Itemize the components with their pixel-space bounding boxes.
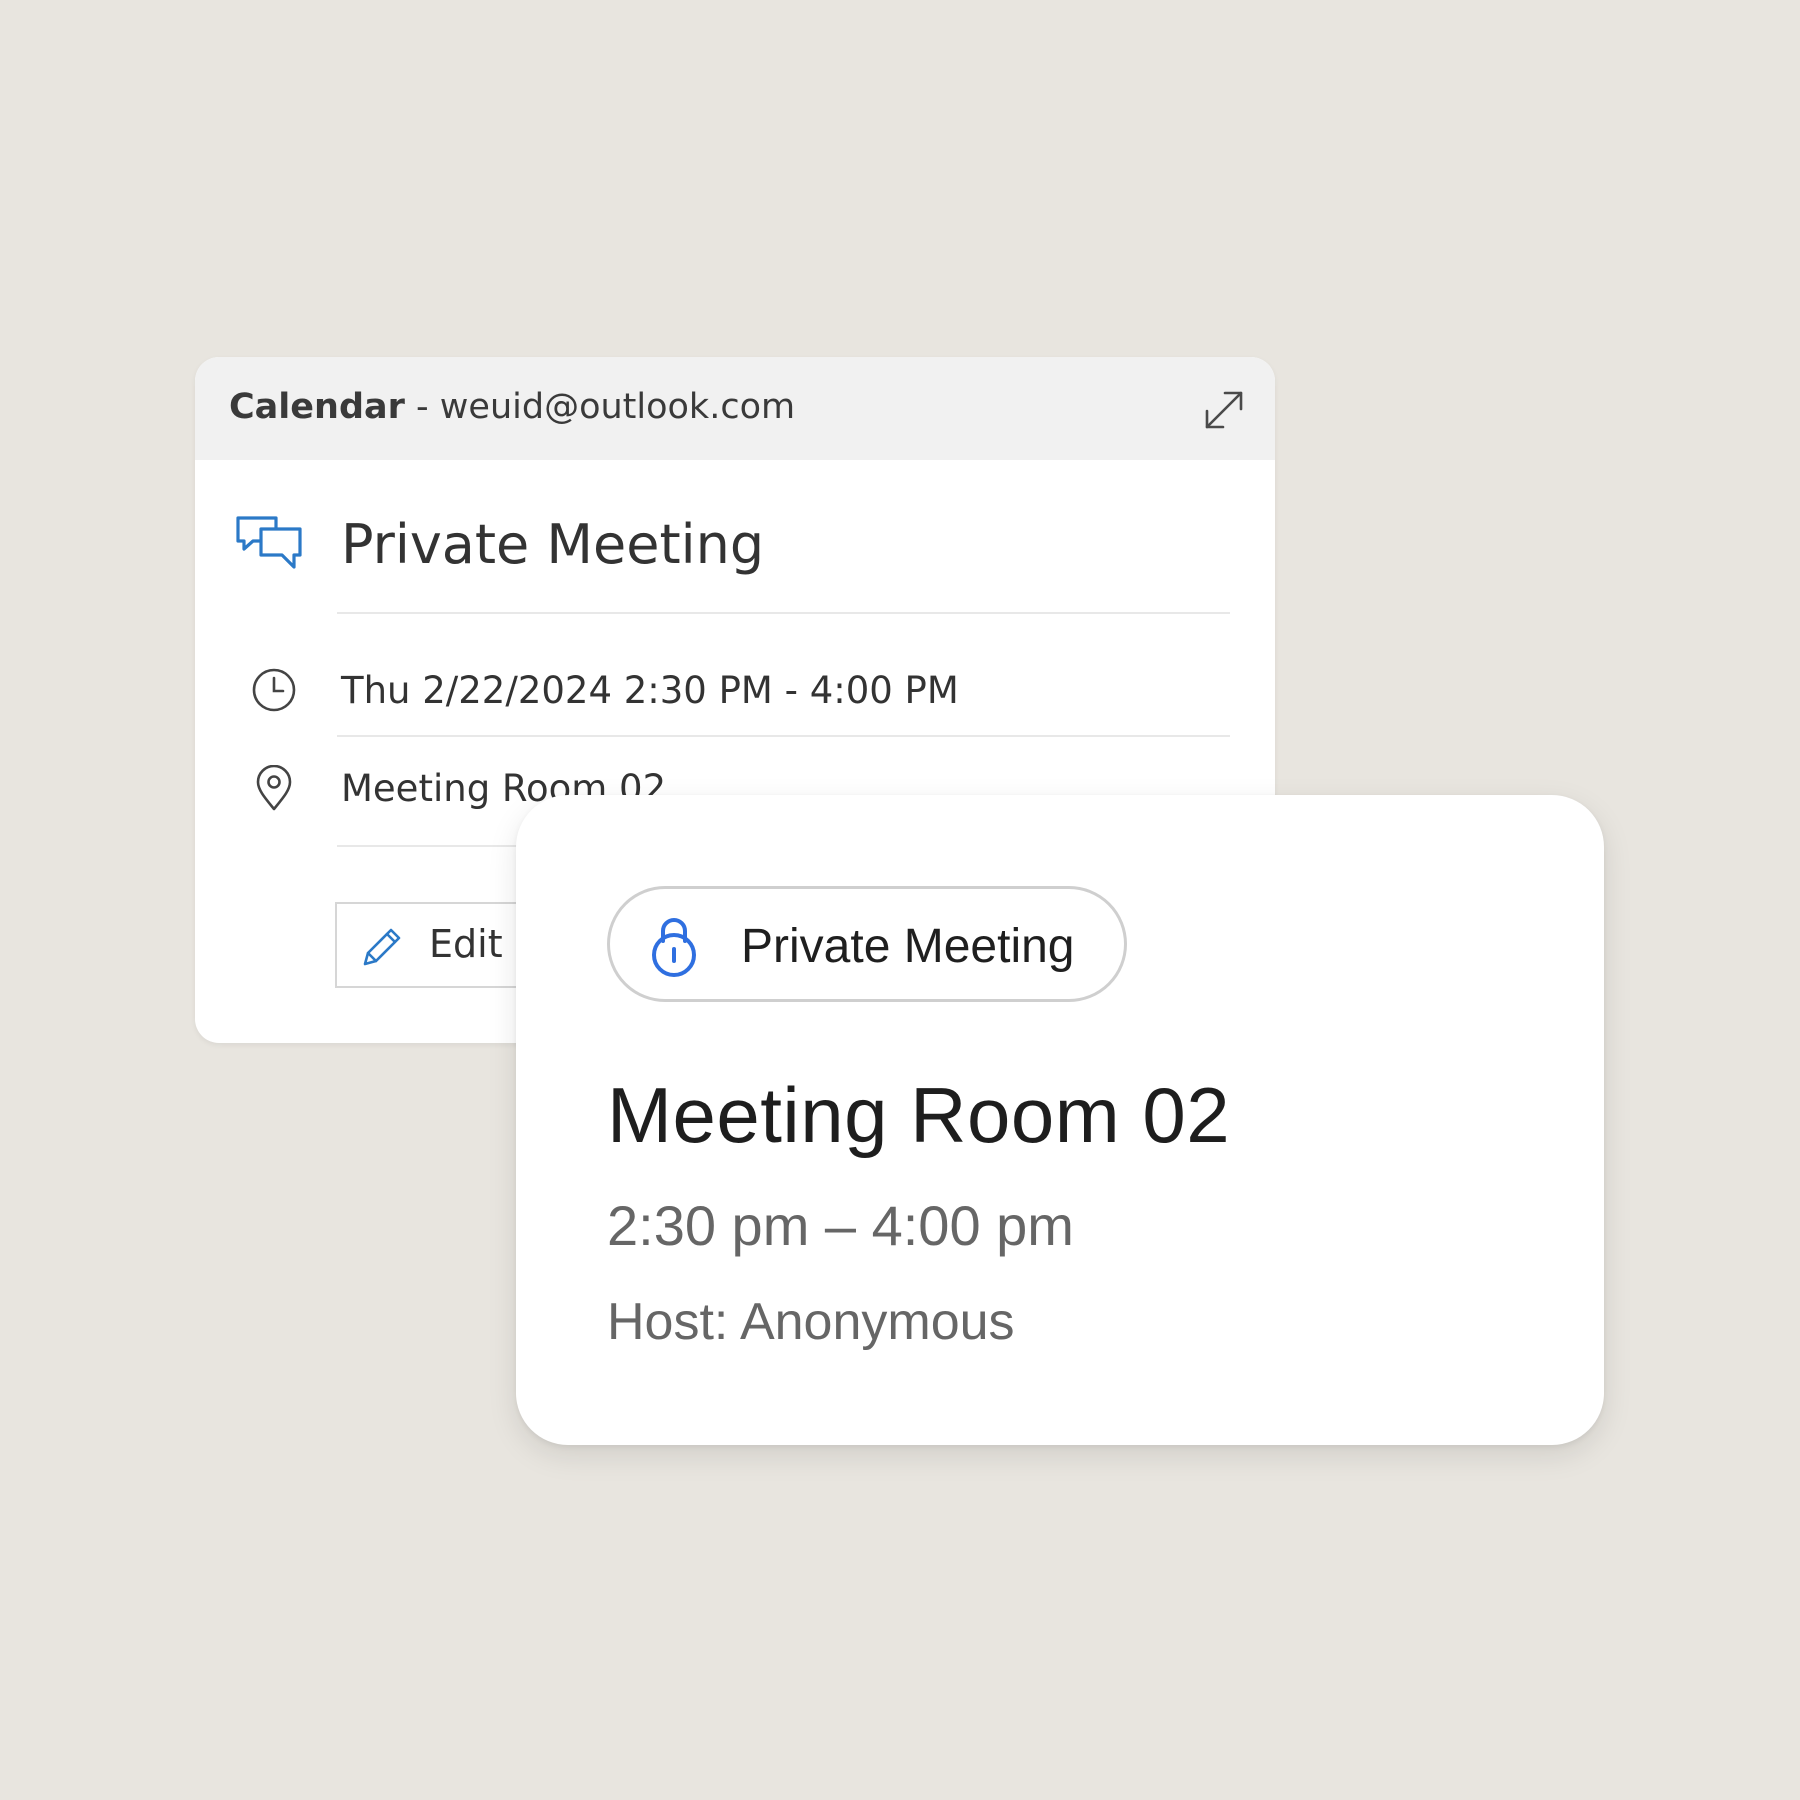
clock-icon bbox=[252, 668, 296, 712]
event-datetime: Thu 2/22/2024 2:30 PM - 4:00 PM bbox=[341, 669, 959, 712]
private-meeting-badge: Private Meeting bbox=[607, 886, 1127, 1002]
calendar-header-title: Calendar - weuid@outlook.com bbox=[229, 387, 795, 427]
chat-bubbles-icon bbox=[236, 516, 302, 569]
meeting-room-card: Private Meeting Meeting Room 02 2:30 pm … bbox=[516, 795, 1604, 1445]
map-pin-icon bbox=[256, 765, 292, 811]
divider bbox=[337, 735, 1230, 737]
room-time-range: 2:30 pm – 4:00 pm bbox=[607, 1194, 1074, 1257]
expand-icon[interactable] bbox=[1201, 387, 1247, 433]
header-separator: - bbox=[404, 387, 440, 427]
room-name: Meeting Room 02 bbox=[607, 1071, 1231, 1159]
edit-label: Edit bbox=[429, 922, 503, 966]
room-host: Host: Anonymous bbox=[607, 1293, 1015, 1351]
pencil-icon bbox=[363, 928, 401, 966]
badge-label: Private Meeting bbox=[741, 920, 1075, 973]
calendar-account-email: weuid@outlook.com bbox=[439, 387, 796, 427]
divider bbox=[337, 612, 1230, 614]
calendar-app-name: Calendar bbox=[229, 387, 405, 427]
calendar-card-header: Calendar - weuid@outlook.com bbox=[195, 357, 1275, 460]
lock-icon bbox=[652, 918, 696, 977]
event-title: Private Meeting bbox=[341, 513, 765, 576]
